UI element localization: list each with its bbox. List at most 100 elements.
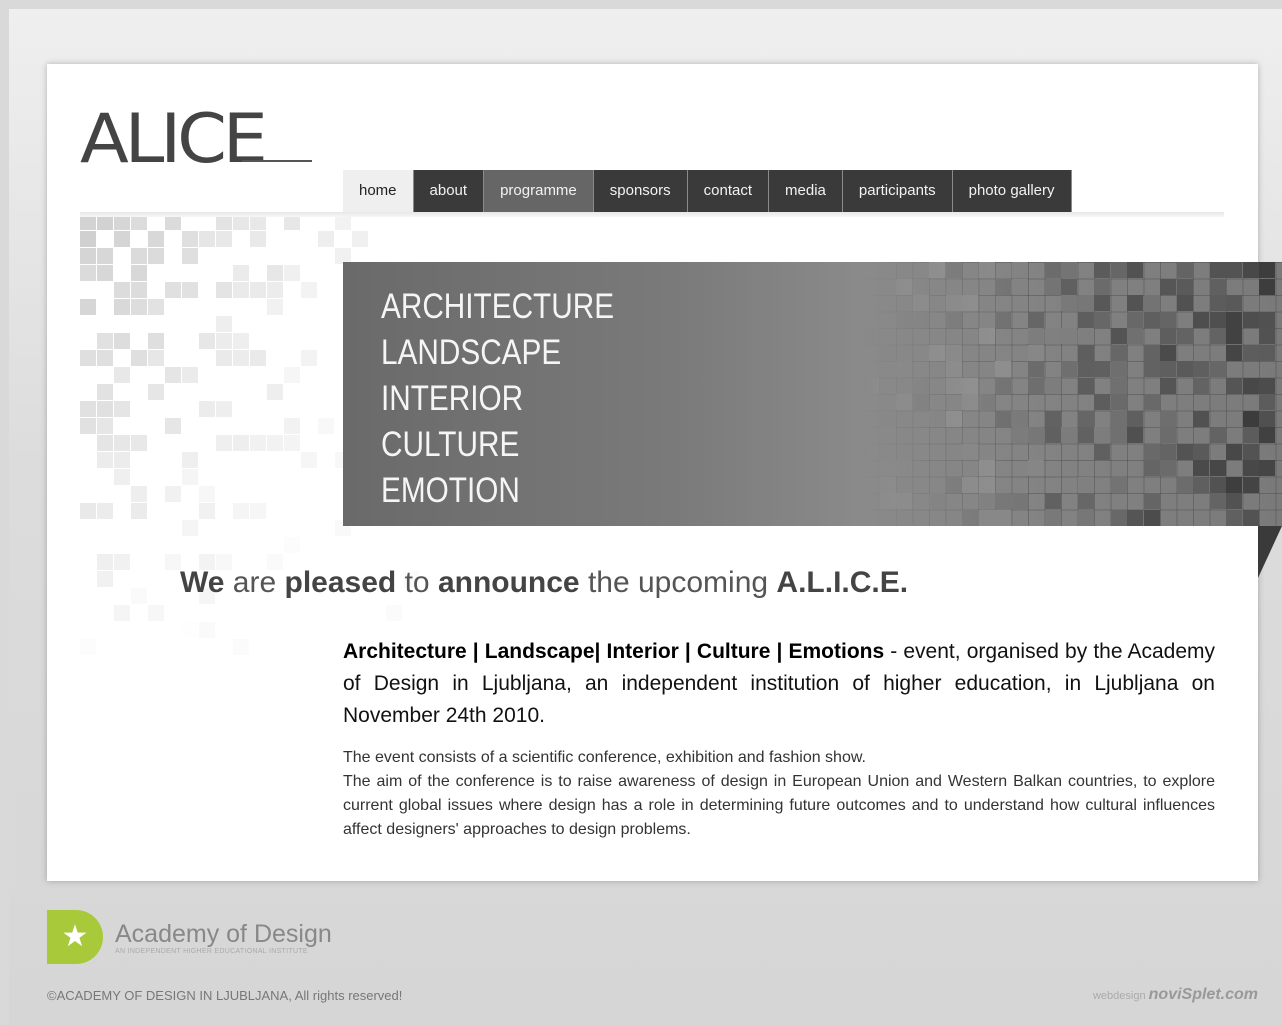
mosaic-tile <box>1176 361 1193 377</box>
mosaic-tile <box>879 493 896 509</box>
mosaic-tile <box>114 367 130 383</box>
mosaic-tile <box>1209 427 1226 443</box>
mosaic-tile <box>1094 443 1110 460</box>
mosaic-tile <box>1143 443 1160 460</box>
mosaic-tile <box>1209 311 1226 328</box>
banner-word: EMOTION <box>381 471 520 510</box>
mosaic-tile <box>165 554 181 570</box>
mosaic-tile <box>199 231 215 247</box>
mosaic-tile <box>301 452 317 468</box>
banner-corner-fold <box>1258 526 1282 578</box>
mosaic-tile <box>1094 262 1110 278</box>
nav-contact[interactable]: contact <box>687 170 770 212</box>
mosaic-tile <box>879 410 896 427</box>
mosaic-tile <box>978 328 995 344</box>
mosaic-tile <box>1077 476 1094 493</box>
mosaic-tile <box>97 435 113 451</box>
mosaic-tile <box>165 282 181 298</box>
webdesign-label: webdesign <box>1092 990 1146 1002</box>
mosaic-tile <box>284 265 300 281</box>
nav-programme[interactable]: programme <box>484 170 594 212</box>
mosaic-tile <box>1242 262 1259 278</box>
mosaic-tile <box>199 622 215 638</box>
mosaic-tile <box>1077 295 1094 311</box>
nav-home[interactable]: home <box>343 170 414 212</box>
mosaic-tile <box>1193 377 1209 394</box>
mosaic-tile <box>233 282 249 298</box>
site-logo[interactable]: ALICE <box>80 100 268 179</box>
mosaic-tile <box>1077 344 1094 361</box>
banner-word: LANDSCAPE <box>381 333 562 372</box>
mosaic-tile <box>1127 328 1143 344</box>
mosaic-tile <box>1160 427 1176 443</box>
mosaic-tile <box>80 401 96 417</box>
mosaic-tile <box>978 262 995 278</box>
mosaic-tile <box>267 299 283 315</box>
mosaic-tile <box>1110 328 1127 344</box>
mosaic-tile <box>1160 410 1176 427</box>
mosaic-tile <box>1226 344 1242 361</box>
mosaic-tile <box>1143 295 1160 311</box>
banner-pixel-grid <box>863 262 1282 526</box>
mosaic-tile <box>1077 427 1094 443</box>
mosaic-tile <box>250 231 266 247</box>
nav-about[interactable]: about <box>413 170 485 212</box>
mosaic-tile <box>1143 344 1160 361</box>
mosaic-tile <box>216 316 232 332</box>
mosaic-tile <box>1094 311 1110 328</box>
mosaic-tile <box>131 435 147 451</box>
mosaic-tile <box>1094 278 1110 295</box>
nav-sponsors[interactable]: sponsors <box>593 170 688 212</box>
nav-participants[interactable]: participants <box>842 170 953 212</box>
mosaic-tile <box>267 265 283 281</box>
mosaic-tile <box>352 231 368 247</box>
mosaic-tile <box>912 394 929 410</box>
mosaic-tile <box>148 248 164 264</box>
body-paragraph: The event consists of a scientific confe… <box>343 746 1215 842</box>
mosaic-tile <box>896 278 912 295</box>
mosaic-tile <box>1193 361 1209 377</box>
mosaic-tile <box>945 295 962 311</box>
mosaic-tile <box>80 248 96 264</box>
mosaic-tile <box>1143 361 1160 377</box>
mosaic-tile <box>97 350 113 366</box>
mosaic-tile <box>250 503 266 519</box>
mosaic-tile <box>301 350 317 366</box>
nav-media[interactable]: media <box>769 170 843 212</box>
mosaic-tile <box>1193 476 1209 493</box>
headline-word: A.L.I.C.E. <box>776 566 909 599</box>
mosaic-tile <box>80 299 96 315</box>
mosaic-tile <box>250 350 266 366</box>
mosaic-tile <box>1209 476 1226 493</box>
nav-photo-gallery[interactable]: photo gallery <box>952 170 1072 212</box>
mosaic-tile <box>1110 344 1127 361</box>
mosaic-tile <box>216 333 232 349</box>
mosaic-tile <box>114 554 130 570</box>
mosaic-tile <box>1110 361 1127 377</box>
mosaic-tile <box>1044 328 1061 344</box>
mosaic-tile <box>1209 460 1226 476</box>
mosaic-tile <box>1160 278 1176 295</box>
mosaic-tile <box>879 344 896 361</box>
mosaic-tile <box>1061 295 1077 311</box>
mosaic-tile <box>1044 377 1061 394</box>
mosaic-tile <box>114 333 130 349</box>
mosaic-tile <box>1209 361 1226 377</box>
mosaic-tile <box>165 418 181 434</box>
mosaic-tile <box>945 361 962 377</box>
nav-underline <box>80 212 1224 217</box>
mosaic-tile <box>1242 410 1259 427</box>
academy-logo[interactable]: ★ Academy of Design AN INDEPENDENT HIGHE… <box>47 910 332 964</box>
mosaic-tile <box>233 350 249 366</box>
mosaic-tile <box>962 295 978 311</box>
webdesign-credit[interactable]: webdesign noviSplet.com <box>1093 986 1258 1004</box>
headline-word: announce <box>437 566 580 599</box>
mosaic-tile <box>929 410 945 427</box>
mosaic-tile <box>1209 295 1226 311</box>
copyright-text: ©ACADEMY OF DESIGN IN LJUBLJANA, All rig… <box>47 988 403 1003</box>
mosaic-tile <box>97 418 113 434</box>
mosaic-tile <box>148 299 164 315</box>
mosaic-tile <box>114 435 130 451</box>
mosaic-tile <box>1028 460 1044 476</box>
mosaic-tile <box>978 493 995 509</box>
